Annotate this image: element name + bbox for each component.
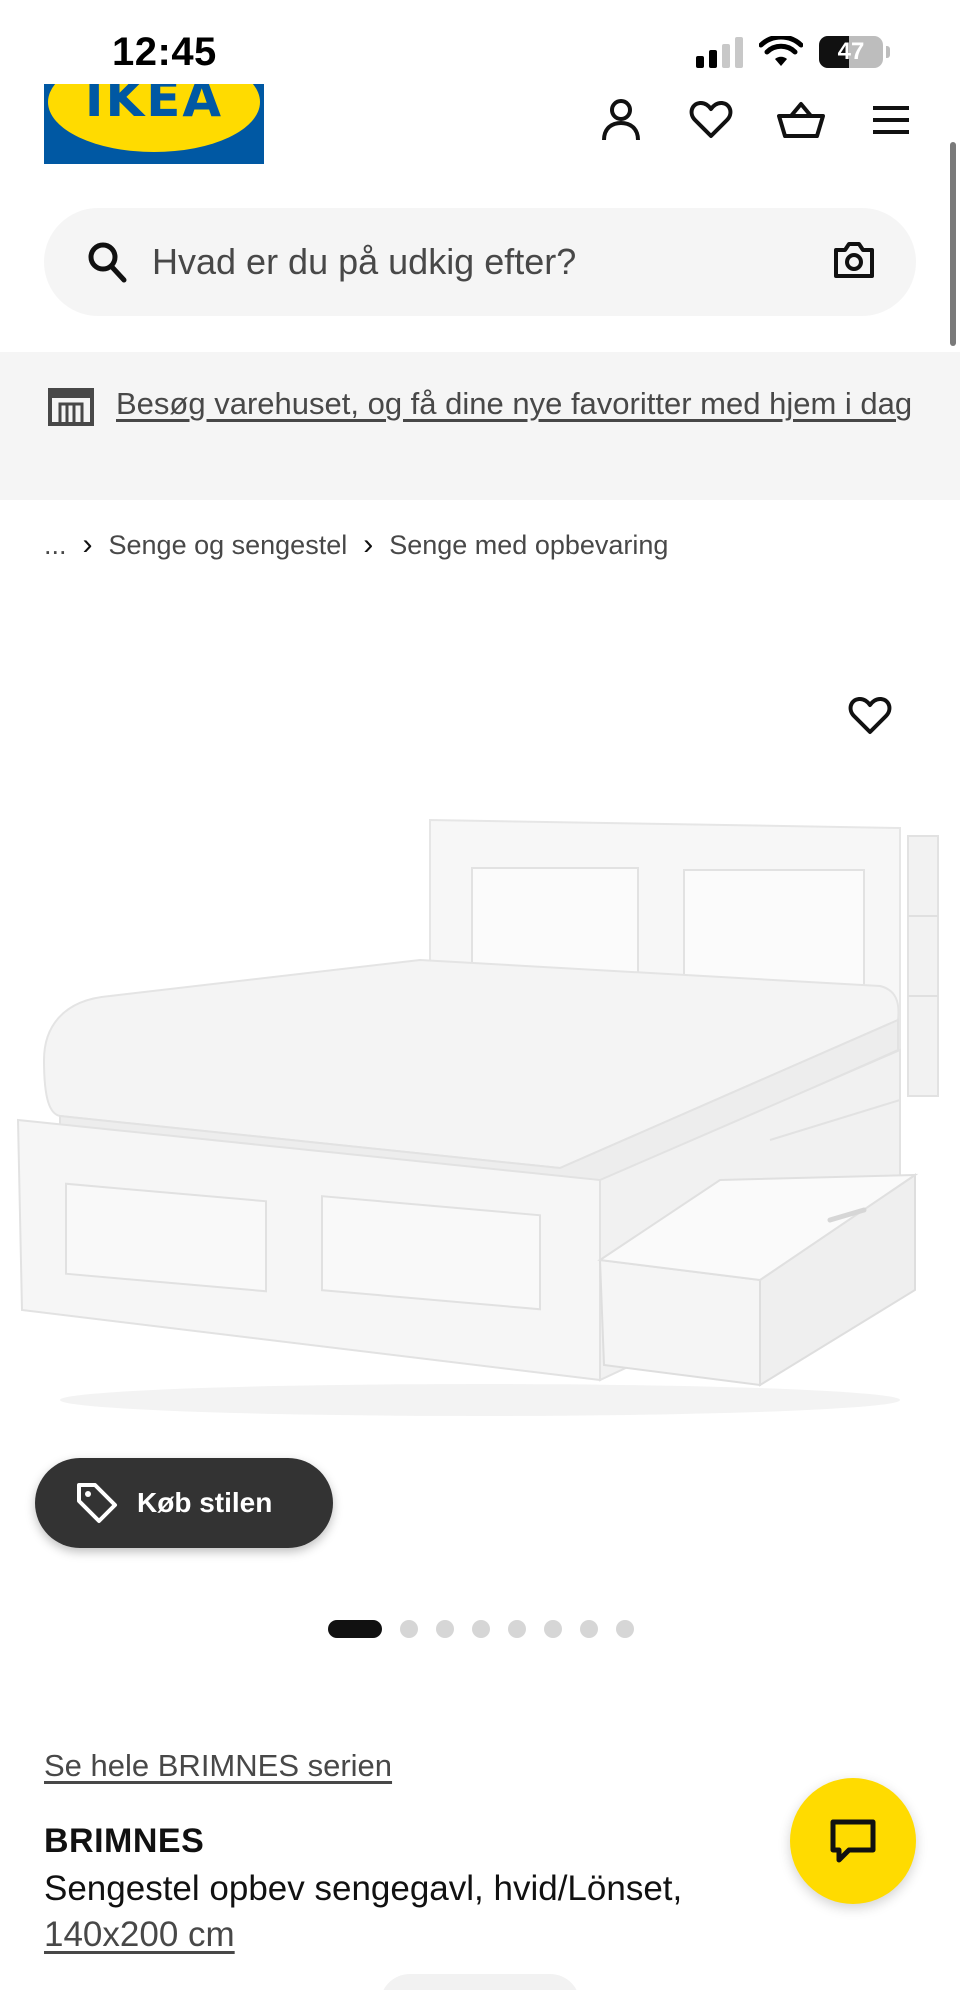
user-icon bbox=[602, 99, 640, 141]
wifi-icon bbox=[759, 36, 803, 66]
store-icon bbox=[48, 388, 94, 426]
breadcrumb: ... › Senge og sengestel › Senge med opb… bbox=[44, 528, 668, 562]
menu-icon bbox=[873, 106, 909, 134]
breadcrumb-item-storage-beds[interactable]: Senge med opbevaring bbox=[389, 530, 668, 561]
account-button[interactable] bbox=[576, 96, 666, 144]
basket-icon bbox=[777, 102, 825, 138]
product-description: Sengestel opbev sengegavl, hvid/Lönset, bbox=[44, 1869, 683, 1908]
heart-icon bbox=[848, 696, 892, 734]
carousel-dot[interactable] bbox=[436, 1620, 454, 1638]
product-favourite-button[interactable] bbox=[840, 686, 900, 746]
scrollbar[interactable] bbox=[950, 142, 956, 346]
status-icons: 47 bbox=[696, 36, 890, 68]
heart-icon bbox=[689, 100, 733, 138]
product-image[interactable] bbox=[0, 680, 960, 1460]
favourites-button[interactable] bbox=[666, 96, 756, 144]
shop-the-look-button[interactable]: Køb stilen bbox=[35, 1458, 333, 1548]
carousel-dot[interactable] bbox=[400, 1620, 418, 1638]
basket-button[interactable] bbox=[756, 96, 846, 144]
cellular-signal-icon bbox=[696, 36, 743, 68]
image-carousel-indicator bbox=[328, 1620, 634, 1638]
breadcrumb-ellipsis[interactable]: ... bbox=[44, 530, 67, 561]
shop-the-look-label: Køb stilen bbox=[137, 1487, 273, 1518]
bottom-sheet-handle bbox=[380, 1974, 580, 1990]
status-time: 12:45 bbox=[112, 30, 217, 74]
search-input[interactable] bbox=[152, 230, 752, 294]
product-name: BRIMNES bbox=[44, 1822, 205, 1860]
store-visit-banner: Besøg varehuset, og få dine nye favoritt… bbox=[0, 352, 960, 500]
chevron-right-icon: › bbox=[82, 528, 93, 561]
battery-icon: 47 bbox=[819, 36, 883, 68]
header-actions bbox=[576, 96, 936, 144]
search-icon bbox=[88, 242, 127, 283]
store-visit-link[interactable]: Besøg varehuset, og få dine nye favoritt… bbox=[116, 380, 916, 427]
series-link[interactable]: Se hele BRIMNES serien bbox=[44, 1748, 392, 1784]
logo-text: IKEA bbox=[84, 84, 224, 128]
product-size-link[interactable]: 140x200 cm bbox=[44, 1912, 235, 1958]
battery-level: 47 bbox=[837, 38, 865, 65]
battery-tip bbox=[886, 46, 890, 58]
carousel-dot[interactable] bbox=[508, 1620, 526, 1638]
ikea-logo[interactable]: IKEA bbox=[44, 84, 264, 164]
camera-search-icon[interactable] bbox=[832, 240, 876, 280]
carousel-dot-active[interactable] bbox=[328, 1620, 382, 1638]
carousel-dot[interactable] bbox=[616, 1620, 634, 1638]
chevron-right-icon: › bbox=[363, 528, 374, 561]
breadcrumb-item-beds[interactable]: Senge og sengestel bbox=[109, 530, 348, 561]
search-bar bbox=[44, 208, 916, 316]
chat-button[interactable] bbox=[790, 1778, 916, 1904]
carousel-dot[interactable] bbox=[472, 1620, 490, 1638]
menu-button[interactable] bbox=[846, 96, 936, 144]
chat-bubble-icon bbox=[830, 1819, 876, 1863]
carousel-dot[interactable] bbox=[580, 1620, 598, 1638]
carousel-dot[interactable] bbox=[544, 1620, 562, 1638]
price-tag-icon bbox=[77, 1483, 117, 1523]
